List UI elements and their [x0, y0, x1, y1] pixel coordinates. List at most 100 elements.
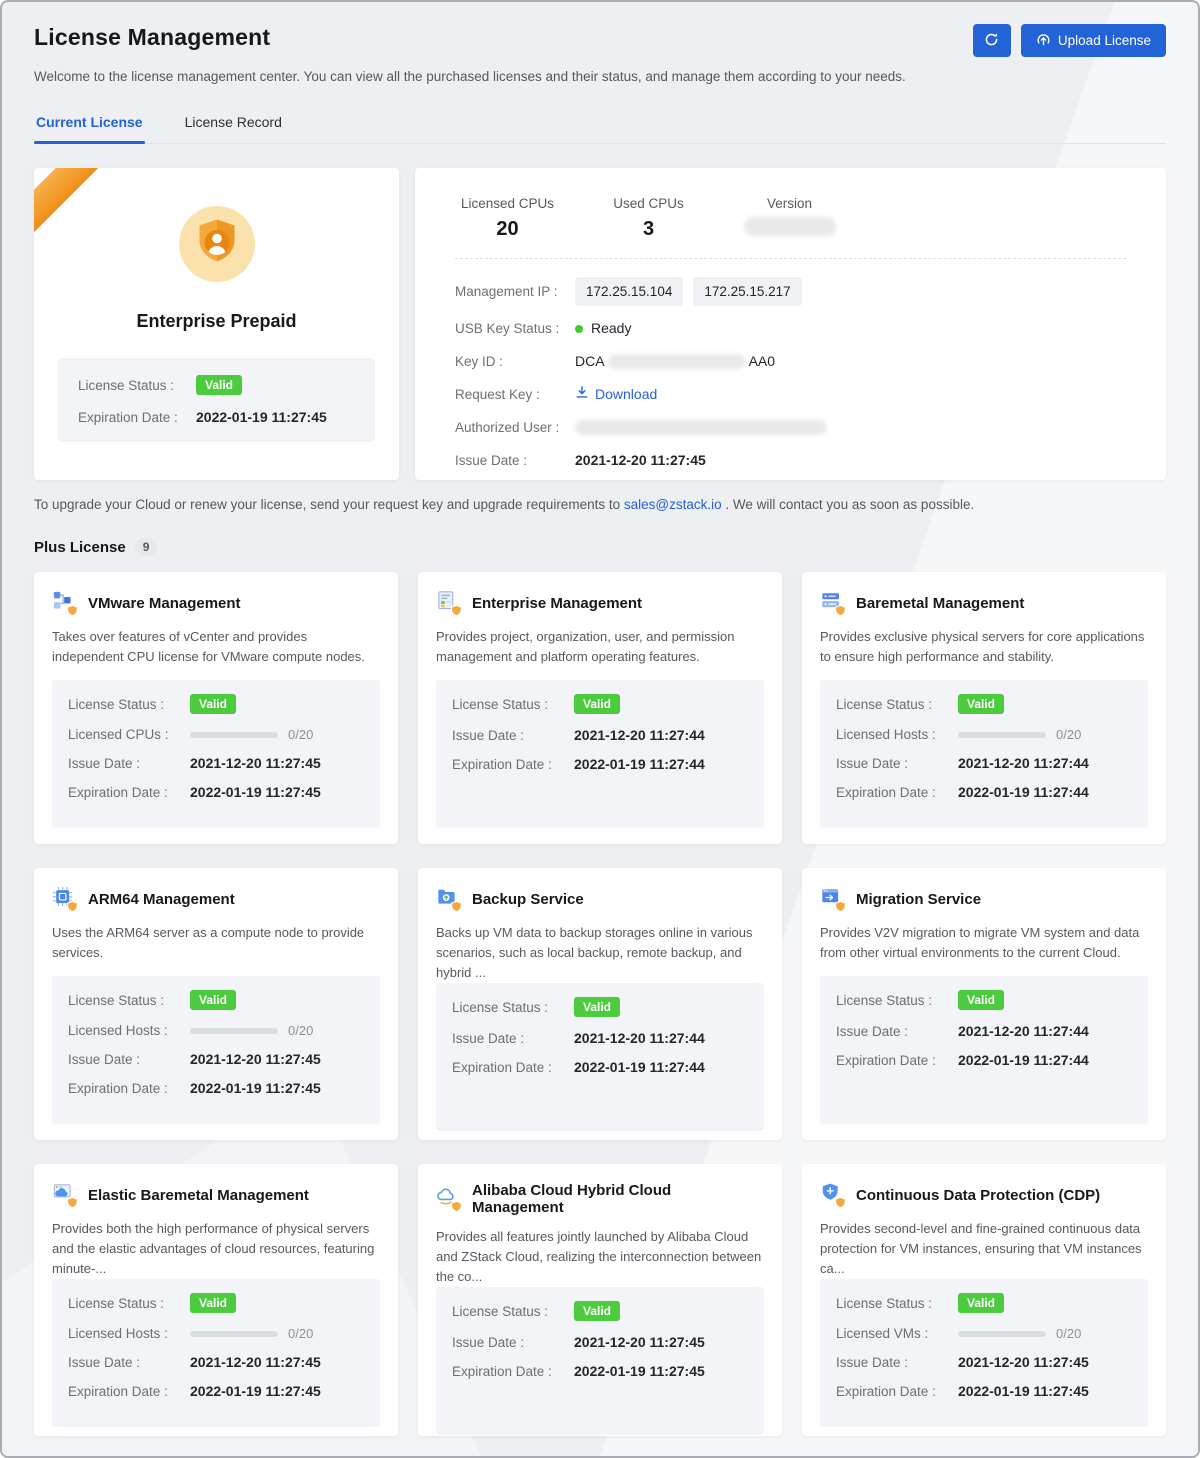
plus-license-header: Plus License 9 — [34, 538, 1166, 556]
usage-value: 0/20 — [288, 1023, 313, 1038]
issue-row: Issue Date : 2021-12-20 11:27:45 — [68, 1354, 364, 1370]
expiration-row: Expiration Date : 2022-01-19 11:27:44 — [836, 1052, 1132, 1068]
plus-card-description: Provides all features jointly launched b… — [436, 1227, 764, 1287]
issue-date-value: 2021-12-20 11:27:45 — [958, 1354, 1089, 1370]
tab-license-record[interactable]: License Record — [183, 114, 284, 143]
usage-label: Licensed Hosts : — [68, 1023, 190, 1038]
expiration-date-label: Expiration Date : — [68, 1081, 190, 1096]
issue-row: Issue Date : 2021-12-20 11:27:45 — [452, 1334, 748, 1350]
issue-date-label: Issue Date : — [455, 450, 575, 471]
expiration-date-value: 2022-01-19 11:27:45 — [190, 1383, 321, 1399]
upload-license-button[interactable]: Upload License — [1021, 24, 1166, 57]
plus-card-title: Elastic Baremetal Management — [88, 1187, 309, 1204]
plus-license-card: Backup Service Backs up VM data to backu… — [418, 868, 782, 1140]
plus-card-title: VMware Management — [88, 595, 241, 612]
arm64-icon — [52, 886, 78, 912]
alibaba-cloud-icon — [436, 1186, 462, 1212]
upgrade-note: To upgrade your Cloud or renew your lice… — [34, 497, 1166, 512]
status-row: License Status : Valid — [68, 990, 364, 1010]
issue-date-value: 2021-12-20 11:27:45 — [190, 755, 321, 771]
usage-label: Licensed Hosts : — [68, 1326, 190, 1341]
issue-date-value: 2021-12-20 11:27:44 — [958, 1023, 1089, 1039]
usage-row: Licensed Hosts : 0/20 — [68, 1023, 364, 1038]
divider — [455, 258, 1126, 259]
download-request-key-link[interactable]: Download — [575, 384, 657, 405]
upload-license-label: Upload License — [1058, 33, 1151, 48]
usage-value: 0/20 — [1056, 727, 1081, 742]
plus-license-card: VMware Management Takes over features of… — [34, 572, 398, 844]
expiration-date-label: Expiration Date : — [452, 757, 574, 772]
page-subtitle: Welcome to the license management center… — [34, 69, 1166, 84]
tab-current-license[interactable]: Current License — [34, 114, 145, 143]
stat-version: Version — [737, 196, 842, 241]
expiration-row: Expiration Date : 2022-01-19 11:27:45 — [68, 1080, 364, 1096]
authorized-user-redacted — [575, 420, 827, 435]
management-ip-label: Management IP : — [455, 281, 575, 302]
expiration-date-label: Expiration Date : — [836, 785, 958, 800]
issue-date-label: Issue Date : — [68, 756, 190, 771]
issue-row: Issue Date : 2021-12-20 11:27:44 — [452, 1030, 748, 1046]
plus-card-title: Migration Service — [856, 891, 981, 908]
expiration-row: Expiration Date : 2022-01-19 11:27:45 — [452, 1363, 748, 1379]
usage-value: 0/20 — [288, 727, 313, 742]
refresh-button[interactable] — [973, 24, 1011, 57]
status-row: License Status : Valid — [452, 694, 748, 714]
plus-card-info-box: License Status : Valid Licensed Hosts : … — [52, 976, 380, 1124]
plus-license-card: Baremetal Management Provides exclusive … — [802, 572, 1166, 844]
license-stats: Licensed CPUs 20 Used CPUs 3 Version — [455, 196, 1126, 241]
plus-card-title: Enterprise Management — [472, 595, 642, 612]
license-status-badge: Valid — [958, 990, 1004, 1010]
issue-date-value: 2021-12-20 11:27:45 — [574, 1334, 705, 1350]
baremetal-icon — [820, 590, 846, 616]
plus-card-description: Provides both the high performance of ph… — [52, 1219, 380, 1279]
vmware-icon — [52, 590, 78, 616]
issue-date-value: 2021-12-20 11:27:44 — [574, 1030, 705, 1046]
management-ip-chip: 172.25.15.104 — [575, 277, 683, 306]
issue-row: Issue Date : 2021-12-20 11:27:45 — [836, 1354, 1132, 1370]
upload-icon — [1036, 32, 1051, 50]
usage-row: Licensed VMs : 0/20 — [836, 1326, 1132, 1341]
issue-row: Issue Date : 2021-12-20 11:27:44 — [452, 727, 748, 743]
usage-label: Licensed VMs : — [836, 1326, 958, 1341]
plus-card-info-box: License Status : Valid Licensed CPUs : 0… — [52, 680, 380, 828]
ready-status-dot — [575, 325, 583, 333]
plus-card-description: Provides exclusive physical servers for … — [820, 627, 1148, 667]
plus-card-description: Uses the ARM64 server as a compute node … — [52, 923, 380, 963]
expiration-date-label: Expiration Date : — [836, 1053, 958, 1068]
license-status-label: License Status : — [68, 697, 190, 712]
corner-ribbon — [34, 168, 129, 263]
cdp-icon — [820, 1182, 846, 1208]
status-row: License Status : Valid — [68, 1293, 364, 1313]
expiration-date-label: Expiration Date : — [68, 1384, 190, 1399]
usage-value: 0/20 — [1056, 1326, 1081, 1341]
expiration-date-value: 2022-01-19 11:27:45 — [196, 409, 327, 425]
key-id-redacted — [608, 354, 746, 369]
license-status-badge: Valid — [574, 997, 620, 1017]
key-id-label: Key ID : — [455, 351, 575, 372]
usage-progress-bar — [958, 732, 1046, 738]
issue-date-label: Issue Date : — [68, 1355, 190, 1370]
page-title: License Management — [34, 24, 270, 51]
plus-card-description: Provides project, organization, user, an… — [436, 627, 764, 667]
usage-row: Licensed CPUs : 0/20 — [68, 727, 364, 742]
sales-email-link[interactable]: sales@zstack.io — [624, 497, 722, 512]
license-status-label: License Status : — [836, 1296, 958, 1311]
expiration-date-value: 2022-01-19 11:27:44 — [574, 1059, 705, 1075]
usage-value: 0/20 — [288, 1326, 313, 1341]
usage-progress-bar — [190, 1331, 278, 1337]
version-redacted-value — [744, 217, 836, 236]
license-status-label: License Status : — [68, 993, 190, 1008]
license-details-card: Licensed CPUs 20 Used CPUs 3 Version Man… — [415, 168, 1166, 480]
expiration-date-value: 2022-01-19 11:27:45 — [574, 1363, 705, 1379]
license-shield-badge-icon — [179, 206, 255, 287]
expiration-row: Expiration Date : 2022-01-19 11:27:44 — [452, 1059, 748, 1075]
refresh-icon — [984, 32, 999, 50]
issue-date-label: Issue Date : — [452, 1335, 574, 1350]
license-type-info-box: License Status : Valid Expiration Date :… — [58, 358, 375, 442]
download-link-label: Download — [595, 384, 657, 405]
usage-label: Licensed CPUs : — [68, 727, 190, 742]
license-type-name: Enterprise Prepaid — [136, 311, 296, 332]
stat-used-cpus: Used CPUs 3 — [596, 196, 701, 241]
license-status-badge: Valid — [574, 694, 620, 714]
expiration-date-value: 2022-01-19 11:27:44 — [958, 1052, 1089, 1068]
